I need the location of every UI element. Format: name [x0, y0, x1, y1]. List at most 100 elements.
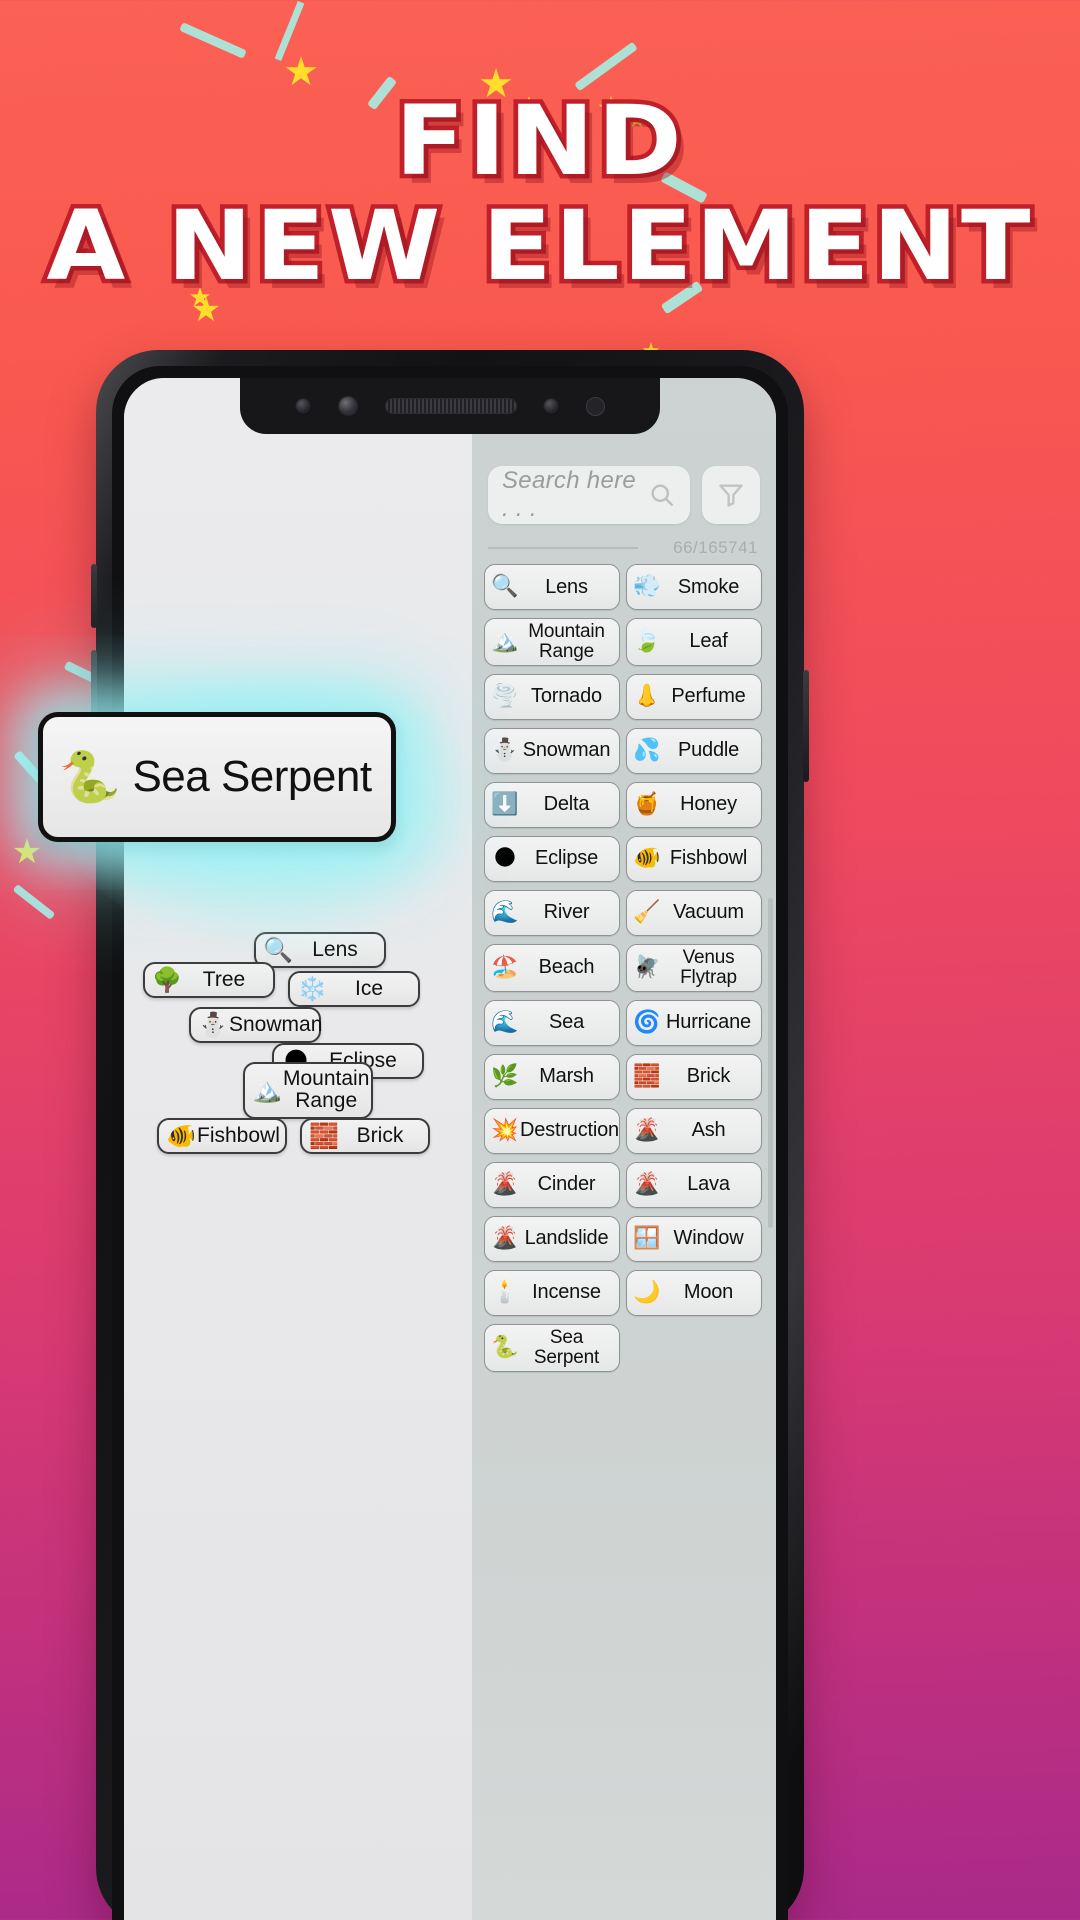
canvas-element-card[interactable]: ⛄ Snowman — [189, 1007, 323, 1043]
element-label: Snowman — [229, 1012, 323, 1036]
element-label: Fishbowl — [669, 847, 748, 870]
canvas-element-card[interactable]: 🔍 Lens — [254, 932, 386, 968]
power-button[interactable] — [803, 670, 809, 782]
panel-meta-row: 66/165741 — [488, 538, 758, 558]
element-label: Lens — [312, 937, 358, 961]
element-emoji: 🌋 — [491, 1225, 519, 1251]
element-list-item[interactable]: 🧹 Vacuum — [626, 889, 762, 936]
element-label: Mountain Range — [528, 621, 605, 662]
element-label: Ash — [691, 1119, 726, 1142]
element-list-item[interactable]: 🌙 Moon — [626, 1269, 762, 1316]
element-label: Delta — [543, 793, 590, 816]
element-emoji: 🏔️ — [252, 1076, 282, 1105]
element-list-item[interactable]: 🌿 Marsh — [484, 1053, 620, 1100]
element-list-item[interactable]: 👃 Perfume — [626, 673, 762, 720]
volume-up-button[interactable] — [91, 564, 97, 628]
element-list-item[interactable]: ⛄ Snowman — [484, 727, 620, 774]
phone-mockup: 🔍 Lens 🌳 Tree ❄️ Ice ⛄ Snowman 🌑 Eclipse 🏔️ Mountai… — [91, 350, 809, 1920]
element-emoji: ⛄ — [491, 737, 519, 763]
element-label: Eclipse — [534, 847, 599, 870]
canvas-element-card[interactable]: 🏔️ Mountain Range — [243, 1062, 373, 1119]
discovered-element-card[interactable]: 🐍 Sea Serpent — [38, 712, 396, 842]
element-emoji: 🔍 — [263, 936, 293, 964]
element-list-item[interactable]: 💨 Smoke — [626, 564, 762, 610]
element-label: Beach — [538, 956, 595, 979]
element-list-item[interactable]: ⬇️ Delta — [484, 781, 620, 828]
element-list-item[interactable]: 🌊 River — [484, 889, 620, 936]
canvas-element-card[interactable]: 🧱 Brick — [300, 1118, 430, 1154]
phone-screen: 🔍 Lens 🌳 Tree ❄️ Ice ⛄ Snowman 🌑 Eclipse 🏔️ Mountai… — [124, 378, 776, 1920]
canvas-element-card[interactable]: ❄️ Ice — [288, 971, 420, 1007]
element-emoji: 🧹 — [633, 899, 661, 925]
element-label: Cinder — [537, 1173, 596, 1196]
element-emoji: 🌋 — [491, 1171, 519, 1197]
streak-decoration — [179, 22, 247, 59]
filter-funnel-icon — [719, 484, 743, 507]
element-list-item[interactable]: 🧱 Brick — [626, 1053, 762, 1100]
phone-notch — [240, 378, 660, 434]
element-emoji: 🌊 — [491, 899, 519, 925]
earpiece-speaker-icon — [385, 398, 517, 414]
element-list-item[interactable]: 🏔️ Mountain Range — [484, 618, 620, 666]
element-label: Marsh — [539, 1065, 594, 1088]
canvas-element-card[interactable]: 🐠 Fishbowl — [157, 1118, 287, 1154]
element-emoji: 🧱 — [633, 1063, 661, 1089]
element-emoji: 🌙 — [633, 1279, 661, 1305]
front-camera-icon — [295, 397, 312, 415]
element-emoji: 🕯️ — [491, 1279, 519, 1305]
canvas-element-card[interactable]: 🌳 Tree — [143, 962, 275, 998]
element-list-item[interactable]: 🌊 Sea — [484, 999, 620, 1046]
element-list-item[interactable]: 🕯️ Incense — [484, 1269, 620, 1316]
element-list-item[interactable]: 🐠 Fishbowl — [626, 835, 762, 882]
element-label: Snowman — [522, 739, 611, 762]
element-label: Hurricane — [666, 1011, 751, 1034]
element-label: Sea Serpent — [533, 1326, 600, 1368]
headline-line-1: FIND — [390, 85, 686, 197]
element-emoji: 🐠 — [633, 845, 661, 871]
element-list-item[interactable]: 🌋 Cinder — [484, 1161, 620, 1208]
element-emoji: 🪟 — [633, 1225, 661, 1251]
search-icon — [651, 484, 674, 507]
element-label: Puddle — [677, 739, 740, 762]
sea-serpent-emoji: 🐍 — [58, 747, 122, 806]
element-list-item[interactable]: 🐍 Sea Serpent — [484, 1323, 620, 1372]
element-list-item[interactable]: 🌋 Ash — [626, 1107, 762, 1154]
element-emoji: 💦 — [633, 737, 661, 763]
element-label: Brick — [686, 1065, 731, 1088]
streak-decoration — [574, 41, 638, 92]
crafting-canvas[interactable]: 🔍 Lens 🌳 Tree ❄️ Ice ⛄ Snowman 🌑 Eclipse 🏔️ Mountai… — [124, 378, 472, 1920]
element-list-scroll[interactable]: 🔍 Lens 💨 Smoke 🏔️ Mountain Range 🍃 Leaf 🌪️ Tornad… — [484, 564, 770, 1920]
element-emoji: 🍃 — [633, 628, 661, 654]
element-label: Lens — [545, 575, 588, 598]
element-list-item[interactable]: 🌑 Eclipse — [484, 835, 620, 882]
element-emoji: 🧱 — [309, 1122, 339, 1150]
search-row: Search here . . . — [488, 466, 760, 524]
element-list-item[interactable]: 🌪️ Tornado — [484, 673, 620, 720]
headline-line-2: A NEW ELEMENT — [42, 190, 1035, 303]
headline: FIND A NEW ELEMENT — [0, 85, 1080, 303]
element-list-item[interactable]: 🍯 Honey — [626, 781, 762, 828]
element-label: Vacuum — [673, 901, 744, 924]
element-list-item[interactable]: 🌀 Hurricane — [626, 999, 762, 1046]
element-list-item[interactable]: 🪰 Venus Flytrap — [626, 943, 762, 992]
element-emoji: 💥 — [491, 1117, 519, 1143]
element-list-item[interactable]: 🔍 Lens — [484, 564, 620, 610]
element-list-item[interactable]: 💦 Puddle — [626, 727, 762, 774]
element-list-item[interactable]: 🌋 Landslide — [484, 1215, 620, 1262]
element-list-item[interactable]: 🏖️ Beach — [484, 943, 620, 992]
element-list-item[interactable]: 🌋 Lava — [626, 1161, 762, 1208]
element-label: Mountain Range — [283, 1067, 370, 1113]
element-list-item[interactable]: 🪟 Window — [626, 1215, 762, 1262]
proximity-sensor-icon — [543, 397, 560, 415]
element-label: River — [543, 901, 590, 924]
element-list-item[interactable]: 💥 Destruction — [484, 1107, 620, 1154]
secondary-camera-icon — [338, 395, 359, 417]
element-emoji: 🏔️ — [491, 628, 519, 654]
filter-button[interactable] — [702, 466, 760, 524]
panel-scrollbar[interactable] — [768, 898, 773, 1228]
ambient-light-sensor-icon — [586, 396, 605, 416]
search-input[interactable]: Search here . . . — [488, 466, 690, 524]
element-list-item[interactable]: 🍃 Leaf — [626, 618, 762, 666]
element-label: Honey — [680, 793, 737, 816]
streak-decoration — [12, 884, 56, 920]
